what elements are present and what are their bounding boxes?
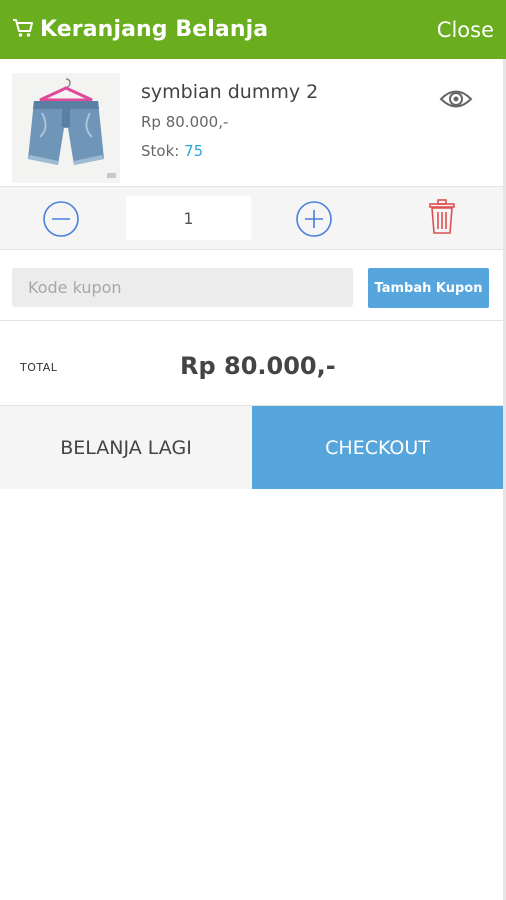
quantity-input[interactable] bbox=[126, 196, 251, 240]
quantity-stepper bbox=[0, 187, 503, 250]
stock-label: Stok: bbox=[141, 142, 180, 160]
total-section: TOTAL Rp 80.000,- bbox=[0, 322, 503, 406]
continue-shopping-button[interactable]: BELANJA LAGI bbox=[0, 406, 252, 489]
close-button[interactable]: Close bbox=[437, 18, 494, 42]
minus-circle-icon[interactable] bbox=[42, 200, 80, 242]
product-name[interactable]: symbian dummy 2 bbox=[141, 81, 318, 103]
stock-value: 75 bbox=[184, 142, 204, 160]
page-title: Keranjang Belanja bbox=[40, 17, 269, 42]
coupon-section: Tambah Kupon bbox=[0, 251, 503, 321]
checkout-button[interactable]: CHECKOUT bbox=[252, 406, 503, 489]
cart-item: symbian dummy 2 Rp 80.000,- Stok: 75 bbox=[0, 59, 503, 187]
product-stock: Stok: 75 bbox=[141, 142, 203, 160]
cart-panel: Keranjang Belanja Close symbian dummy 2 … bbox=[0, 0, 506, 900]
eye-icon[interactable] bbox=[439, 87, 473, 115]
trash-icon[interactable] bbox=[429, 199, 455, 239]
product-price: Rp 80.000,- bbox=[141, 113, 229, 131]
plus-circle-icon[interactable] bbox=[295, 200, 333, 242]
add-coupon-button[interactable]: Tambah Kupon bbox=[368, 268, 489, 308]
product-thumbnail bbox=[12, 73, 120, 183]
total-value: Rp 80.000,- bbox=[180, 352, 336, 380]
total-label: TOTAL bbox=[20, 361, 58, 374]
cart-actions: BELANJA LAGI CHECKOUT bbox=[0, 406, 503, 489]
header-left: Keranjang Belanja bbox=[12, 17, 268, 42]
cart-icon bbox=[12, 18, 40, 42]
coupon-input[interactable] bbox=[12, 268, 353, 307]
cart-header: Keranjang Belanja Close bbox=[0, 0, 506, 59]
